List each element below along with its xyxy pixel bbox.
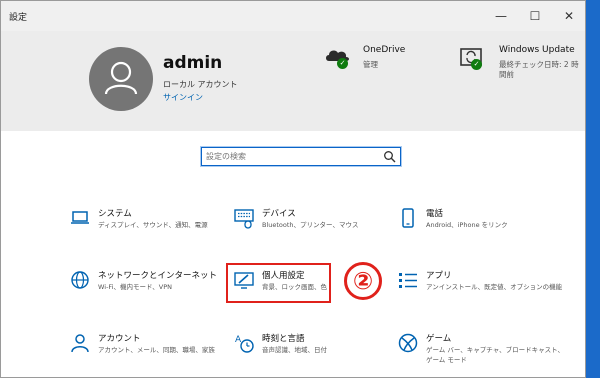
keyboard-icon bbox=[234, 209, 254, 229]
title-bar[interactable]: 設定 — ☐ ✕ bbox=[1, 1, 585, 31]
tile-description: 音声認識、地域、日付 bbox=[262, 346, 327, 354]
tile-title: ゲーム bbox=[426, 334, 452, 344]
xbox-icon bbox=[398, 333, 418, 353]
user-icon bbox=[104, 61, 138, 95]
search-box[interactable] bbox=[201, 147, 401, 166]
windows-update-label: Windows Update bbox=[499, 45, 575, 55]
tile-description: アカウント、メール、同期、職場、家族 bbox=[98, 346, 215, 354]
tile-gaming[interactable]: ゲーム ゲーム バー、キャプチャ、ブロードキャスト、ゲーム モード bbox=[397, 332, 564, 374]
time-language-icon: A bbox=[235, 335, 254, 353]
step-number-badge: ② bbox=[344, 262, 382, 300]
person-icon bbox=[71, 334, 89, 353]
tile-title: アカウント bbox=[98, 334, 141, 344]
tile-phone[interactable]: 電話 Android、iPhone をリンク bbox=[397, 207, 557, 249]
tile-system[interactable]: システム ディスプレイ、サウンド、通知、電源 bbox=[69, 207, 229, 249]
phone-icon bbox=[402, 208, 414, 228]
tile-time-language[interactable]: A 時刻と言語 音声認識、地域、日付 bbox=[233, 332, 393, 374]
window-title: 設定 bbox=[9, 13, 28, 23]
account-type: ローカル アカウント bbox=[163, 80, 238, 89]
close-button[interactable]: ✕ bbox=[552, 1, 585, 31]
windows-update-status-line1: 最終チェック日時: 2 時 bbox=[499, 60, 579, 69]
onedrive-status-text: 管理 bbox=[363, 60, 378, 69]
sign-in-link[interactable]: サインイン bbox=[163, 92, 203, 103]
check-icon: ✓ bbox=[337, 58, 348, 69]
tile-title: ネットワークとインターネット bbox=[98, 271, 218, 281]
apps-icon bbox=[399, 273, 417, 288]
tile-description: ディスプレイ、サウンド、通知、電源 bbox=[98, 221, 208, 229]
maximize-button[interactable]: ☐ bbox=[518, 1, 552, 31]
highlight-box bbox=[226, 263, 331, 303]
onedrive-status[interactable]: ✓ OneDrive 管理 bbox=[323, 45, 453, 75]
search-input[interactable] bbox=[206, 150, 376, 163]
windows-update-status[interactable]: ✓ Windows Update 最終チェック日時: 2 時 間前 bbox=[459, 45, 579, 81]
search-icon[interactable] bbox=[383, 150, 397, 164]
check-icon: ✓ bbox=[471, 59, 482, 70]
avatar[interactable] bbox=[89, 47, 153, 111]
laptop-icon bbox=[71, 211, 89, 224]
tile-title: デバイス bbox=[262, 209, 296, 219]
tile-title: 電話 bbox=[426, 209, 444, 219]
tile-description: アンインストール、既定値、オプションの機能 bbox=[426, 283, 563, 291]
tile-description: Android、iPhone をリンク bbox=[426, 221, 508, 229]
settings-window: 設定 — ☐ ✕ admin ローカル アカウント サインイン ✓ OneDri… bbox=[0, 0, 586, 378]
tile-title: アプリ bbox=[426, 271, 452, 281]
tile-devices[interactable]: デバイス Bluetooth、プリンター、マウス bbox=[233, 207, 393, 249]
onedrive-label: OneDrive bbox=[363, 45, 406, 55]
tile-title: システム bbox=[98, 209, 132, 219]
account-header: admin ローカル アカウント サインイン ✓ OneDrive 管理 ✓ W… bbox=[1, 31, 585, 131]
globe-icon bbox=[71, 271, 89, 289]
windows-update-status-line2: 間前 bbox=[499, 70, 514, 79]
tile-accounts[interactable]: アカウント アカウント、メール、同期、職場、家族 bbox=[69, 332, 229, 374]
tile-apps[interactable]: アプリ アンインストール、既定値、オプションの機能 bbox=[397, 269, 562, 311]
tile-description: Wi-Fi、機内モード、VPN bbox=[98, 283, 172, 291]
tile-network[interactable]: ネットワークとインターネット Wi-Fi、機内モード、VPN bbox=[69, 269, 229, 311]
tile-description: Bluetooth、プリンター、マウス bbox=[262, 221, 359, 229]
windows-update-status-text: 最終チェック日時: 2 時 間前 bbox=[499, 60, 579, 80]
user-name: admin bbox=[163, 53, 223, 73]
tile-title: 時刻と言語 bbox=[262, 334, 305, 344]
tile-description: ゲーム バー、キャプチャ、ブロードキャスト、ゲーム モード bbox=[426, 346, 564, 364]
minimize-button[interactable]: — bbox=[484, 1, 518, 31]
